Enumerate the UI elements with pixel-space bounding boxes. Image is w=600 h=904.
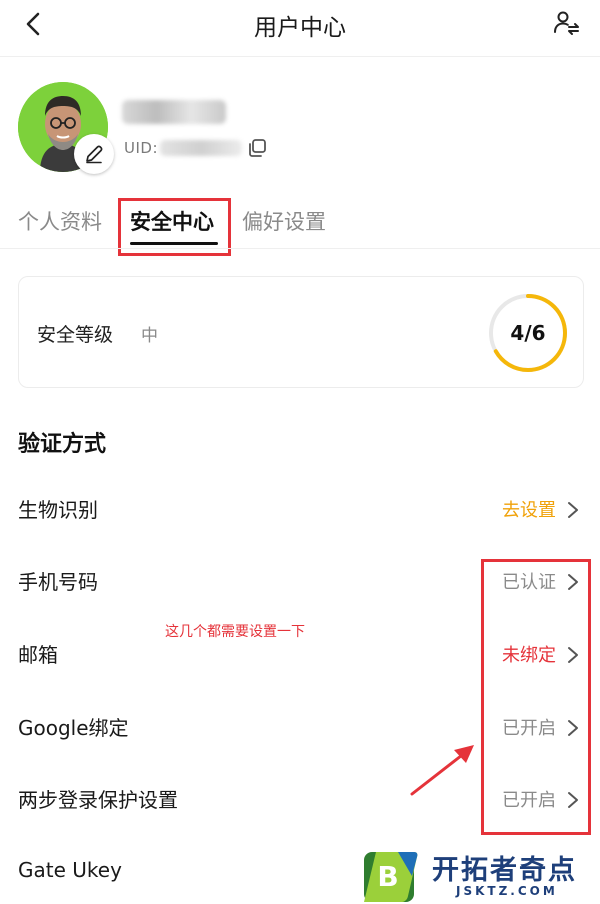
tab-bar: 个人资料 安全中心 偏好设置 — [0, 198, 600, 248]
uid-redacted — [160, 140, 243, 156]
row-label: 手机号码 — [18, 570, 98, 594]
page-title: 用户中心 — [254, 15, 346, 41]
uid-label: UID: — [124, 139, 159, 157]
verification-section-title: 验证方式 — [18, 432, 107, 457]
watermark-logo: B — [364, 852, 418, 902]
header-divider — [0, 56, 600, 57]
row-label: 两步登录保护设置 — [18, 788, 178, 812]
username-redacted — [122, 100, 226, 124]
security-level-value: 中 — [141, 326, 158, 346]
row-status: 去设置 — [502, 500, 556, 521]
annotation-arrow-icon — [410, 745, 474, 796]
user-switch-icon[interactable] — [552, 9, 580, 37]
tabs-divider — [0, 248, 600, 249]
top-bar: 用户中心 — [0, 0, 600, 48]
tab-preferences[interactable]: 偏好设置 — [242, 206, 326, 236]
copy-icon[interactable] — [246, 137, 268, 159]
tab-profile[interactable]: 个人资料 — [18, 206, 102, 236]
row-label: Gate Ukey — [18, 858, 122, 882]
list-item-biometrics[interactable]: 生物识别 去设置 — [0, 480, 600, 540]
security-score-text: 4/6 — [510, 321, 546, 345]
status-highlight-annotation — [481, 559, 591, 835]
security-level-card: 安全等级 中 4/6 — [18, 276, 584, 388]
uid-row: UID: — [124, 138, 268, 158]
edit-avatar-button[interactable] — [74, 134, 114, 174]
watermark-url: JSKTZ.COM — [456, 884, 558, 898]
chevron-right-icon — [568, 502, 578, 518]
row-label: 生物识别 — [18, 498, 98, 522]
row-label: 邮箱 — [18, 643, 58, 667]
avatar-container[interactable] — [18, 82, 114, 174]
watermark-logo-letter: B — [377, 860, 398, 893]
row-label: Google绑定 — [18, 716, 129, 740]
watermark-name: 开拓者奇点 — [432, 855, 577, 886]
security-level-label: 安全等级 — [37, 324, 114, 346]
watermark: B 开拓者奇点 JSKTZ.COM — [362, 846, 600, 904]
pencil-icon — [86, 145, 103, 164]
annotation-note: 这几个都需要设置一下 — [165, 624, 305, 640]
